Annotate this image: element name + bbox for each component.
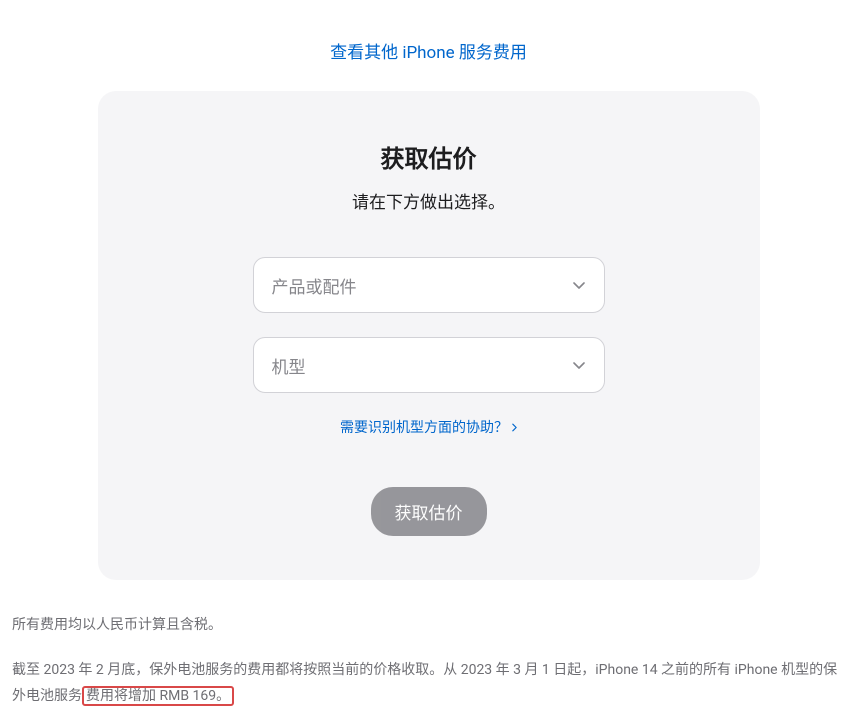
chevron-down-icon	[572, 358, 586, 372]
card-subtitle: 请在下方做出选择。	[138, 188, 720, 213]
estimate-card: 获取估价 请在下方做出选择。 产品或配件 机型 需要识别机型方面的协助？ 获取估…	[98, 91, 760, 580]
product-select[interactable]: 产品或配件	[253, 257, 605, 313]
card-title: 获取估价	[138, 139, 720, 174]
highlighted-price-note: 费用将增加 RMB 169。	[82, 686, 234, 706]
other-services-link[interactable]: 查看其他 iPhone 服务费用	[0, 0, 857, 91]
chevron-down-icon	[572, 278, 586, 292]
model-help-link[interactable]: 需要识别机型方面的协助？	[340, 417, 517, 437]
model-select-placeholder: 机型	[272, 353, 306, 378]
help-link-text: 需要识别机型方面的协助？	[340, 417, 508, 437]
chevron-right-icon	[512, 423, 517, 432]
footer-line-2: 截至 2023 年 2 月底，保外电池服务的费用都将按照当前的价格收取。从 20…	[12, 657, 845, 710]
get-estimate-button[interactable]: 获取估价	[371, 487, 487, 536]
product-select-placeholder: 产品或配件	[272, 273, 357, 298]
footer-line-1: 所有费用均以人民币计算且含税。	[12, 612, 845, 639]
footer-notes: 所有费用均以人民币计算且含税。 截至 2023 年 2 月底，保外电池服务的费用…	[0, 580, 857, 710]
model-select[interactable]: 机型	[253, 337, 605, 393]
